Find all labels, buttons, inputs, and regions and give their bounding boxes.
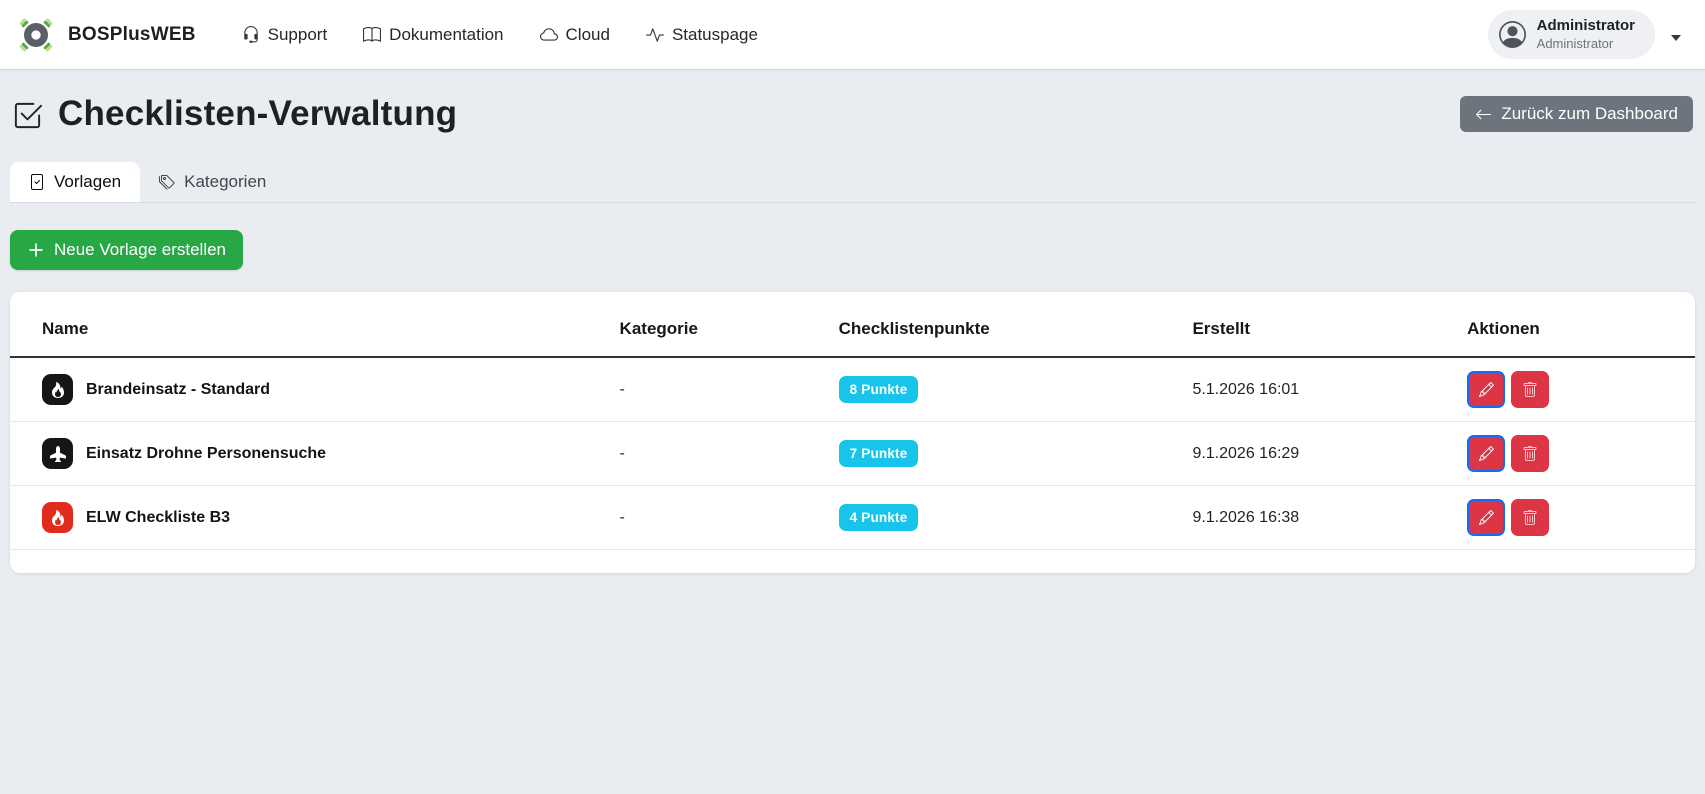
chevron-down-icon[interactable] [1671, 34, 1681, 41]
column-header-checklistenpunkte: Checklistenpunkte [830, 292, 1185, 358]
column-header-kategorie: Kategorie [611, 292, 831, 358]
template-kategorie: - [611, 357, 831, 422]
table-header-row: Name Kategorie Checklistenpunkte Erstell… [10, 292, 1695, 358]
user-area: Administrator Administrator [1487, 10, 1689, 59]
page-content: Checklisten-Verwaltung Zurück zum Dashbo… [0, 70, 1705, 573]
person-circle-icon [1498, 21, 1526, 48]
template-name-cell: ELW Checkliste B3 [42, 502, 604, 533]
brand-name: BOSPlusWEB [68, 23, 196, 45]
headset-icon [242, 25, 260, 44]
trash-icon [1523, 445, 1537, 461]
table-row: Einsatz Drohne Personensuche - 7 Punkte … [10, 421, 1695, 486]
template-erstellt: 5.1.2026 16:01 [1184, 357, 1460, 422]
tab-label: Vorlagen [54, 172, 122, 191]
nav-item-label: Statuspage [671, 24, 758, 44]
user-menu[interactable]: Administrator Administrator [1487, 10, 1655, 59]
punkte-badge: 4 Punkte [838, 504, 919, 531]
nav-item-dokumentation[interactable]: Dokumentation [363, 24, 504, 45]
templates-table: Name Kategorie Checklistenpunkte Erstell… [10, 292, 1695, 550]
template-name-cell: Einsatz Drohne Personensuche [42, 438, 604, 469]
template-name: Brandeinsatz - Standard [86, 380, 271, 398]
user-role: Administrator [1536, 35, 1614, 51]
template-name: Einsatz Drohne Personensuche [86, 444, 327, 462]
pencil-icon [1478, 382, 1494, 397]
cloud-icon [539, 26, 558, 44]
nav-item-label: Cloud [565, 24, 610, 44]
table-row: Brandeinsatz - Standard - 8 Punkte 5.1.2… [10, 357, 1695, 422]
page-header: Checklisten-Verwaltung Zurück zum Dashbo… [10, 70, 1695, 134]
fire-icon [42, 502, 73, 533]
airplane-icon [42, 438, 73, 469]
nav-item-support[interactable]: Support [242, 24, 328, 45]
template-name-cell: Brandeinsatz - Standard [42, 374, 604, 405]
nav-item-cloud[interactable]: Cloud [539, 24, 610, 45]
column-header-erstellt: Erstellt [1184, 292, 1460, 358]
edit-button[interactable] [1467, 435, 1506, 472]
user-texts: Administrator Administrator [1537, 17, 1635, 52]
back-to-dashboard-button[interactable]: Zurück zum Dashboard [1460, 96, 1693, 132]
top-navbar: BOSPlusWEB Support Dokumentation Cloud S… [0, 0, 1705, 70]
template-erstellt: 9.1.2026 16:38 [1184, 485, 1460, 550]
pencil-icon [1478, 510, 1494, 525]
punkte-badge: 7 Punkte [838, 440, 919, 467]
nav-item-statuspage[interactable]: Statuspage [645, 24, 758, 45]
nav-item-label: Support [267, 24, 328, 44]
template-kategorie: - [611, 485, 831, 550]
tags-icon [159, 174, 175, 190]
new-template-label: Neue Vorlage erstellen [54, 240, 227, 259]
user-name: Administrator [1536, 17, 1635, 34]
pencil-icon [1478, 446, 1494, 461]
delete-button[interactable] [1511, 499, 1550, 536]
row-actions [1467, 435, 1687, 472]
tab-vorlagen[interactable]: Vorlagen [10, 162, 141, 202]
delete-button[interactable] [1511, 371, 1550, 408]
nav-item-label: Dokumentation [389, 24, 504, 44]
file-check-icon [29, 174, 45, 190]
activity-icon [645, 26, 664, 44]
check-square-icon [12, 97, 43, 131]
trash-icon [1523, 509, 1537, 525]
tab-kategorien[interactable]: Kategorien [140, 162, 285, 202]
tab-label: Kategorien [184, 172, 267, 191]
template-kategorie: - [611, 421, 831, 486]
page-title: Checklisten-Verwaltung [12, 94, 457, 134]
plus-icon [27, 241, 45, 259]
edit-button[interactable] [1467, 371, 1506, 408]
fire-icon [42, 374, 73, 405]
edit-button[interactable] [1467, 499, 1506, 536]
nav-links: Support Dokumentation Cloud Statuspage [242, 25, 758, 45]
table-row: ELW Checkliste B3 - 4 Punkte 9.1.2026 16… [10, 485, 1695, 550]
page-title-text: Checklisten-Verwaltung [58, 94, 458, 133]
book-icon [363, 26, 382, 44]
delete-button[interactable] [1511, 435, 1550, 472]
template-name: ELW Checkliste B3 [86, 508, 231, 526]
brand[interactable]: BOSPlusWEB [16, 15, 196, 55]
column-header-aktionen: Aktionen [1459, 292, 1695, 358]
row-actions [1467, 371, 1687, 408]
arrow-left-icon [1475, 106, 1492, 123]
tab-bar: Vorlagen Kategorien [10, 162, 1695, 203]
new-template-button[interactable]: Neue Vorlage erstellen [10, 230, 244, 270]
row-actions [1467, 499, 1687, 536]
templates-card: Name Kategorie Checklistenpunkte Erstell… [10, 292, 1695, 573]
template-erstellt: 9.1.2026 16:29 [1184, 421, 1460, 486]
punkte-badge: 8 Punkte [838, 376, 919, 403]
back-to-dashboard-label: Zurück zum Dashboard [1501, 104, 1678, 123]
trash-icon [1523, 381, 1537, 397]
column-header-name: Name [10, 292, 612, 358]
bosplusweb-logo [19, 18, 53, 52]
